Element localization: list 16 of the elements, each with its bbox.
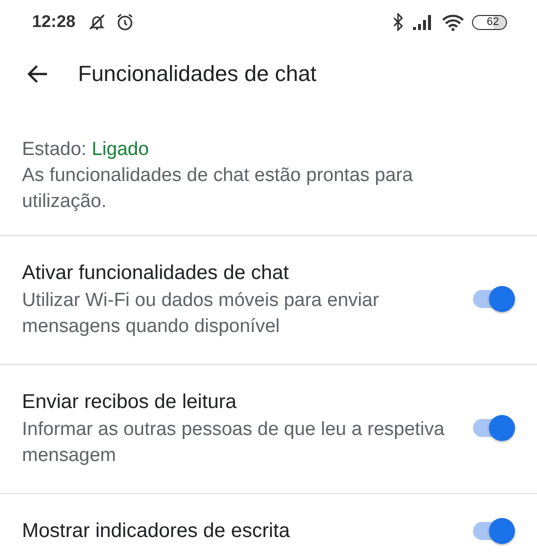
signal-icon bbox=[412, 14, 434, 30]
state-value: Ligado bbox=[92, 139, 149, 160]
alarm-clock-icon bbox=[115, 12, 136, 32]
page-title: Funcionalidades de chat bbox=[78, 61, 316, 87]
state-description: As funcionalidades de chat estão prontas para utilização. bbox=[22, 164, 414, 214]
wifi-icon bbox=[442, 14, 464, 30]
setting-title: Mostrar indicadores de escrita bbox=[22, 519, 291, 544]
bluetooth-icon bbox=[392, 13, 404, 31]
muted-bell-icon bbox=[87, 12, 108, 32]
clock-time: 12:28 bbox=[32, 12, 76, 32]
setting-description: Informar as outras pessoas de que leu a respetiva mensagem bbox=[22, 418, 446, 468]
setting-title: Ativar funcionalidades de chat bbox=[22, 261, 290, 286]
battery-indicator: 62 bbox=[472, 14, 507, 30]
setting-title: Enviar recibos de leitura bbox=[22, 390, 238, 415]
setting-description: Utilizar Wi-Fi ou dados móveis para enviar mensagens quando disponível bbox=[22, 289, 380, 339]
state-label: Estado: bbox=[22, 139, 86, 160]
